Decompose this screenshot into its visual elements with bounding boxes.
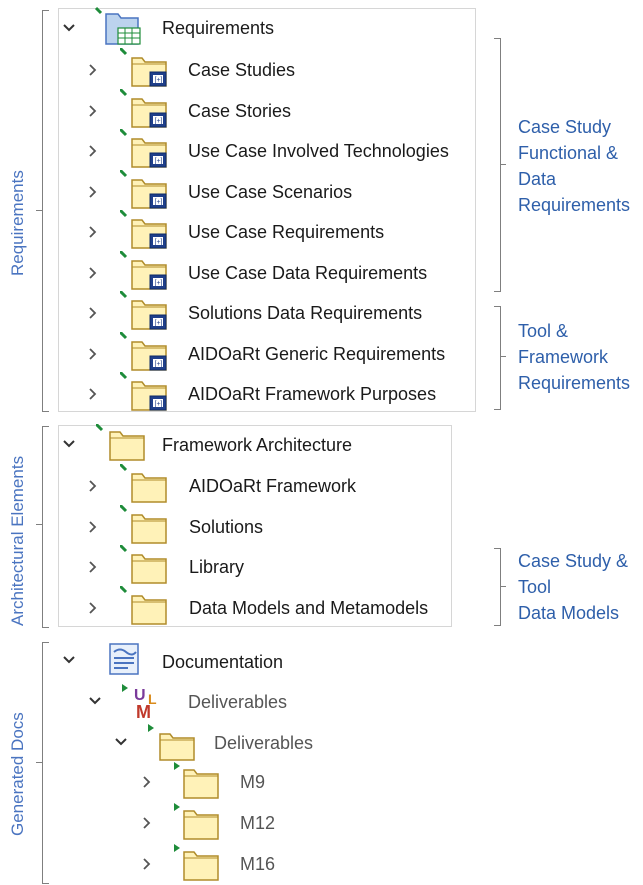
- tree-root-requirements[interactable]: Requirements: [162, 17, 274, 39]
- note-bracket-case-study: [494, 38, 501, 292]
- chevron-right-icon[interactable]: [84, 518, 102, 536]
- svg-text:[+]: [+]: [155, 199, 163, 206]
- folder-icon: [172, 760, 224, 800]
- folder-icon: [120, 585, 172, 626]
- folder-icon: [146, 722, 198, 762]
- chevron-right-icon[interactable]: [84, 385, 102, 403]
- tree-item[interactable]: AIDOaRt Framework: [189, 475, 356, 497]
- group-bracket-requirements: [42, 10, 49, 412]
- folder-icon: [172, 842, 224, 882]
- note-bracket-tool: [494, 306, 501, 410]
- tree-item[interactable]: Case Studies: [188, 59, 295, 81]
- group-bracket-architectural: [42, 426, 49, 628]
- chevron-right-icon[interactable]: [84, 477, 102, 495]
- tree-item[interactable]: AIDOaRt Framework Purposes: [188, 383, 436, 405]
- requirement-folder-icon: [+]: [120, 250, 172, 291]
- chevron-right-icon[interactable]: [84, 264, 102, 282]
- requirement-folder-icon: [+]: [120, 169, 172, 210]
- group-label-requirements: Requirements: [8, 170, 27, 276]
- tree-item[interactable]: Use Case Requirements: [188, 221, 384, 243]
- requirement-folder-icon: [+]: [120, 372, 172, 412]
- tree-root-documentation[interactable]: Documentation: [162, 651, 283, 673]
- bracket-tick: [500, 164, 506, 165]
- chevron-right-icon[interactable]: [84, 142, 102, 160]
- svg-text:M: M: [136, 702, 151, 722]
- bracket-tick: [36, 762, 42, 763]
- bracket-tick: [36, 210, 42, 211]
- chevron-right-icon[interactable]: [138, 773, 156, 791]
- bracket-tick: [500, 356, 506, 357]
- note-tool: Tool & Framework Requirements: [518, 321, 631, 393]
- folder-icon: [172, 801, 224, 841]
- bracket-tick: [500, 586, 506, 587]
- svg-text:[+]: [+]: [155, 239, 163, 246]
- requirement-folder-icon: [+]: [120, 331, 172, 372]
- svg-text:[+]: [+]: [155, 118, 163, 125]
- tree-item[interactable]: M9: [240, 771, 265, 793]
- requirement-folder-icon: [+]: [120, 88, 172, 129]
- svg-text:[+]: [+]: [155, 280, 163, 287]
- tree-item[interactable]: Use Case Involved Technologies: [188, 140, 449, 162]
- tree-item[interactable]: M12: [240, 812, 275, 834]
- folder-icon: [96, 424, 148, 464]
- tree-item[interactable]: AIDOaRt Generic Requirements: [188, 343, 445, 365]
- group-label-architectural: Architectural Elements: [8, 455, 27, 626]
- chevron-down-icon[interactable]: [60, 435, 78, 453]
- folder-icon: [120, 545, 172, 585]
- tree-item[interactable]: Use Case Scenarios: [188, 181, 352, 203]
- chevron-right-icon[interactable]: [84, 304, 102, 322]
- group-label-generated: Generated Docs: [8, 712, 27, 836]
- tree-item-deliverables-folder[interactable]: Deliverables: [214, 732, 313, 754]
- chevron-right-icon[interactable]: [84, 102, 102, 120]
- svg-text:[+]: [+]: [155, 361, 163, 368]
- note-bracket-data-models: [494, 548, 501, 626]
- tree-item[interactable]: Library: [189, 556, 244, 578]
- tree-item[interactable]: Solutions: [189, 516, 263, 538]
- bracket-tick: [36, 524, 42, 525]
- chevron-right-icon[interactable]: [138, 855, 156, 873]
- chevron-down-icon[interactable]: [112, 733, 130, 751]
- tree-item[interactable]: Use Case Data Requirements: [188, 262, 427, 284]
- requirement-folder-icon: [+]: [120, 129, 172, 169]
- chevron-right-icon[interactable]: [84, 183, 102, 201]
- chevron-down-icon[interactable]: [60, 651, 78, 669]
- chevron-right-icon[interactable]: [138, 814, 156, 832]
- svg-text:[+]: [+]: [155, 401, 163, 408]
- chevron-right-icon[interactable]: [84, 558, 102, 576]
- tree-item-deliverables-model[interactable]: Deliverables: [188, 691, 287, 713]
- folder-icon: [120, 464, 172, 504]
- chevron-right-icon[interactable]: [84, 345, 102, 363]
- tree-item[interactable]: Data Models and Metamodels: [189, 597, 428, 619]
- note-data-models: Case Study & Tool Data Models: [518, 551, 629, 623]
- tree-item[interactable]: Solutions Data Requirements: [188, 302, 422, 324]
- folder-icon: [120, 504, 172, 545]
- tree-item[interactable]: Case Stories: [188, 100, 291, 122]
- document-icon: [106, 642, 146, 678]
- chevron-right-icon[interactable]: [84, 599, 102, 617]
- svg-text:[+]: [+]: [155, 158, 163, 165]
- chevron-right-icon[interactable]: [84, 61, 102, 79]
- uml-model-icon: U L M: [120, 682, 166, 722]
- tree-item[interactable]: M16: [240, 853, 275, 875]
- svg-text:[+]: [+]: [155, 77, 163, 84]
- chevron-right-icon[interactable]: [84, 223, 102, 241]
- requirement-folder-icon: [+]: [120, 48, 172, 88]
- requirements-package-icon: [94, 6, 146, 48]
- chevron-down-icon[interactable]: [86, 692, 104, 710]
- svg-text:[+]: [+]: [155, 320, 163, 327]
- chevron-down-icon[interactable]: [60, 19, 78, 37]
- requirement-folder-icon: [+]: [120, 210, 172, 250]
- tree-root-framework-architecture[interactable]: Framework Architecture: [162, 434, 352, 456]
- note-case-study: Case Study Functional & Data Requirement…: [518, 117, 631, 215]
- group-bracket-generated: [42, 642, 49, 884]
- requirement-folder-icon: [+]: [120, 291, 172, 331]
